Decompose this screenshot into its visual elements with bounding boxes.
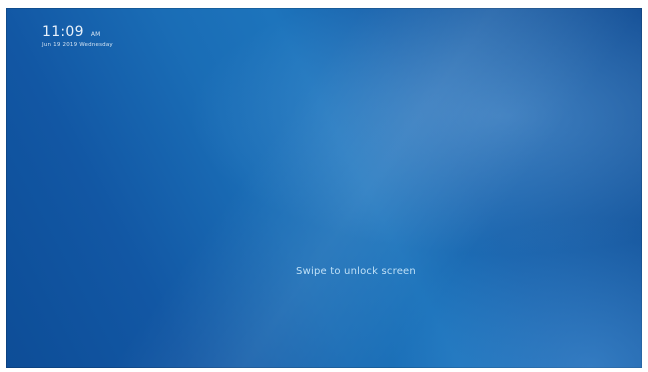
- clock-widget: 11:09 AM Jun 19 2019 Wednesday: [42, 24, 113, 48]
- swipe-to-unlock-hint[interactable]: Swipe to unlock screen: [6, 266, 642, 277]
- clock-time: 11:09: [42, 24, 84, 40]
- lock-screen[interactable]: 11:09 AM Jun 19 2019 Wednesday Swipe to …: [6, 8, 642, 368]
- clock-date: Jun 19 2019 Wednesday: [42, 42, 113, 48]
- clock-ampm: AM: [90, 31, 101, 38]
- time-row: 11:09 AM: [42, 24, 113, 40]
